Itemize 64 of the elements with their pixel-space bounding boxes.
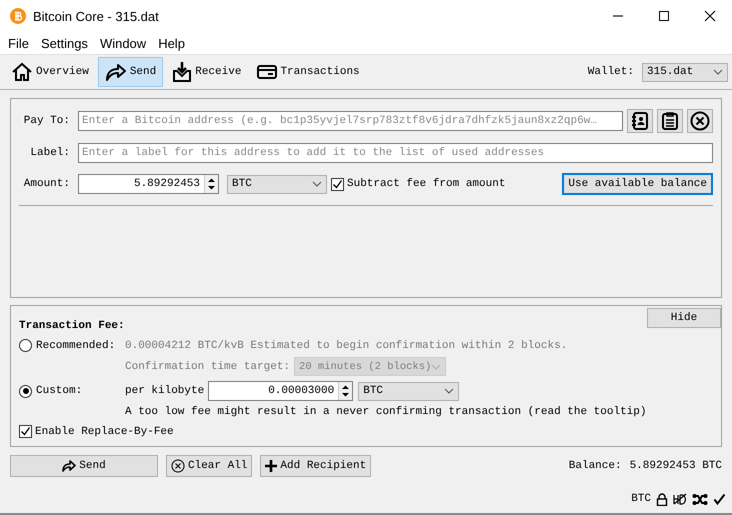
menu-item[interactable]: Window — [94, 36, 152, 50]
bitcoin-logo-icon — [10, 8, 26, 24]
hd-disabled-icon — [673, 493, 687, 505]
subtract-fee-label: Subtract fee from amount — [347, 178, 506, 190]
close-circle-icon — [171, 459, 185, 473]
balance-label: Balance: — [568, 460, 622, 472]
wallet-label: Wallet: — [588, 66, 634, 78]
recommended-radio[interactable] — [19, 339, 32, 352]
menu-item[interactable]: Help — [152, 36, 191, 50]
unit-indicator: BTC — [631, 493, 651, 505]
clear-button[interactable] — [687, 109, 713, 133]
custom-radio[interactable] — [19, 384, 32, 398]
forward-arrow-icon — [104, 62, 127, 82]
amount-label: Amount: — [22, 178, 71, 190]
forward-arrow-icon — [62, 460, 76, 472]
download-tray-icon — [172, 61, 192, 83]
lock-icon — [656, 492, 668, 506]
window-title: Bitcoin Core - 315.dat — [33, 8, 160, 24]
fee-title: Transaction Fee: — [19, 320, 125, 332]
close-icon[interactable] — [704, 10, 716, 22]
unit-dropdown[interactable]: BTC — [227, 174, 327, 194]
hide-button[interactable]: Hide — [647, 308, 721, 328]
custom-label: Custom: — [36, 385, 82, 397]
chevron-down-icon — [312, 181, 322, 187]
low-fee-warning: A too low fee might result in a never confirming transaction (read the tooltip) — [125, 406, 648, 418]
confirmation-target-label: Confirmation time target: — [125, 360, 290, 372]
label-label: Label: — [29, 147, 71, 159]
toolbar-tab[interactable]: Receive — [165, 57, 248, 87]
pay-to-label: Pay To: — [22, 115, 71, 127]
amount-spinbox[interactable]: 5.89292453 — [78, 174, 219, 194]
per-kilobyte-label: per kilobyte — [125, 385, 204, 397]
send-button[interactable]: Send — [10, 455, 158, 477]
recommended-fee-text: 0.00004212 BTC/kvB Estimated to begin confirmation within 2 blocks. — [125, 340, 568, 352]
toolbar-tab[interactable]: Send — [98, 57, 164, 87]
subtract-fee-checkbox[interactable] — [331, 178, 344, 190]
clear-all-button[interactable]: Clear All — [166, 455, 252, 477]
menu-item[interactable]: Settings — [34, 36, 94, 50]
toolbar-tab[interactable]: Transactions — [250, 57, 367, 87]
toolbar-tab[interactable]: Overview — [4, 57, 96, 87]
spin-arrows-icon[interactable] — [341, 384, 350, 398]
use-available-balance-button[interactable]: Use available balance — [562, 173, 713, 195]
label-field[interactable]: Enter a label for this address to add it to the list of used addresses — [78, 143, 713, 163]
checkmark-icon — [713, 493, 726, 505]
paste-button[interactable] — [657, 109, 683, 133]
fee-unit-dropdown[interactable]: BTC — [358, 382, 460, 400]
pay-to-field[interactable]: Enter a Bitcoin address (e.g. bc1p35yvjel7srp783ztf8v6jdra7dhfzk5jaun8xz2qp6w… — [78, 111, 623, 131]
chevron-down-icon — [444, 388, 454, 394]
wallet-dropdown[interactable]: 315.dat — [642, 62, 728, 82]
maximize-icon[interactable] — [658, 10, 670, 22]
balance-value: 5.89292453 BTC — [630, 460, 722, 472]
spin-arrows-icon[interactable] — [207, 177, 216, 191]
replace-by-fee-label: Enable Replace-By-Fee — [35, 426, 174, 438]
house-icon — [11, 61, 33, 83]
chevron-down-icon — [713, 69, 723, 75]
network-icon — [692, 492, 708, 506]
add-recipient-button[interactable]: Add Recipient — [260, 455, 372, 477]
custom-fee-spinbox[interactable]: 0.00003000 — [208, 381, 354, 401]
plus-icon — [265, 460, 278, 472]
menu-item[interactable]: File — [2, 36, 35, 50]
replace-by-fee-checkbox[interactable] — [19, 425, 32, 438]
address-book-button[interactable] — [627, 109, 653, 133]
chevron-down-icon — [431, 364, 442, 370]
recommended-label: Recommended: — [36, 340, 116, 352]
card-icon — [257, 64, 278, 80]
